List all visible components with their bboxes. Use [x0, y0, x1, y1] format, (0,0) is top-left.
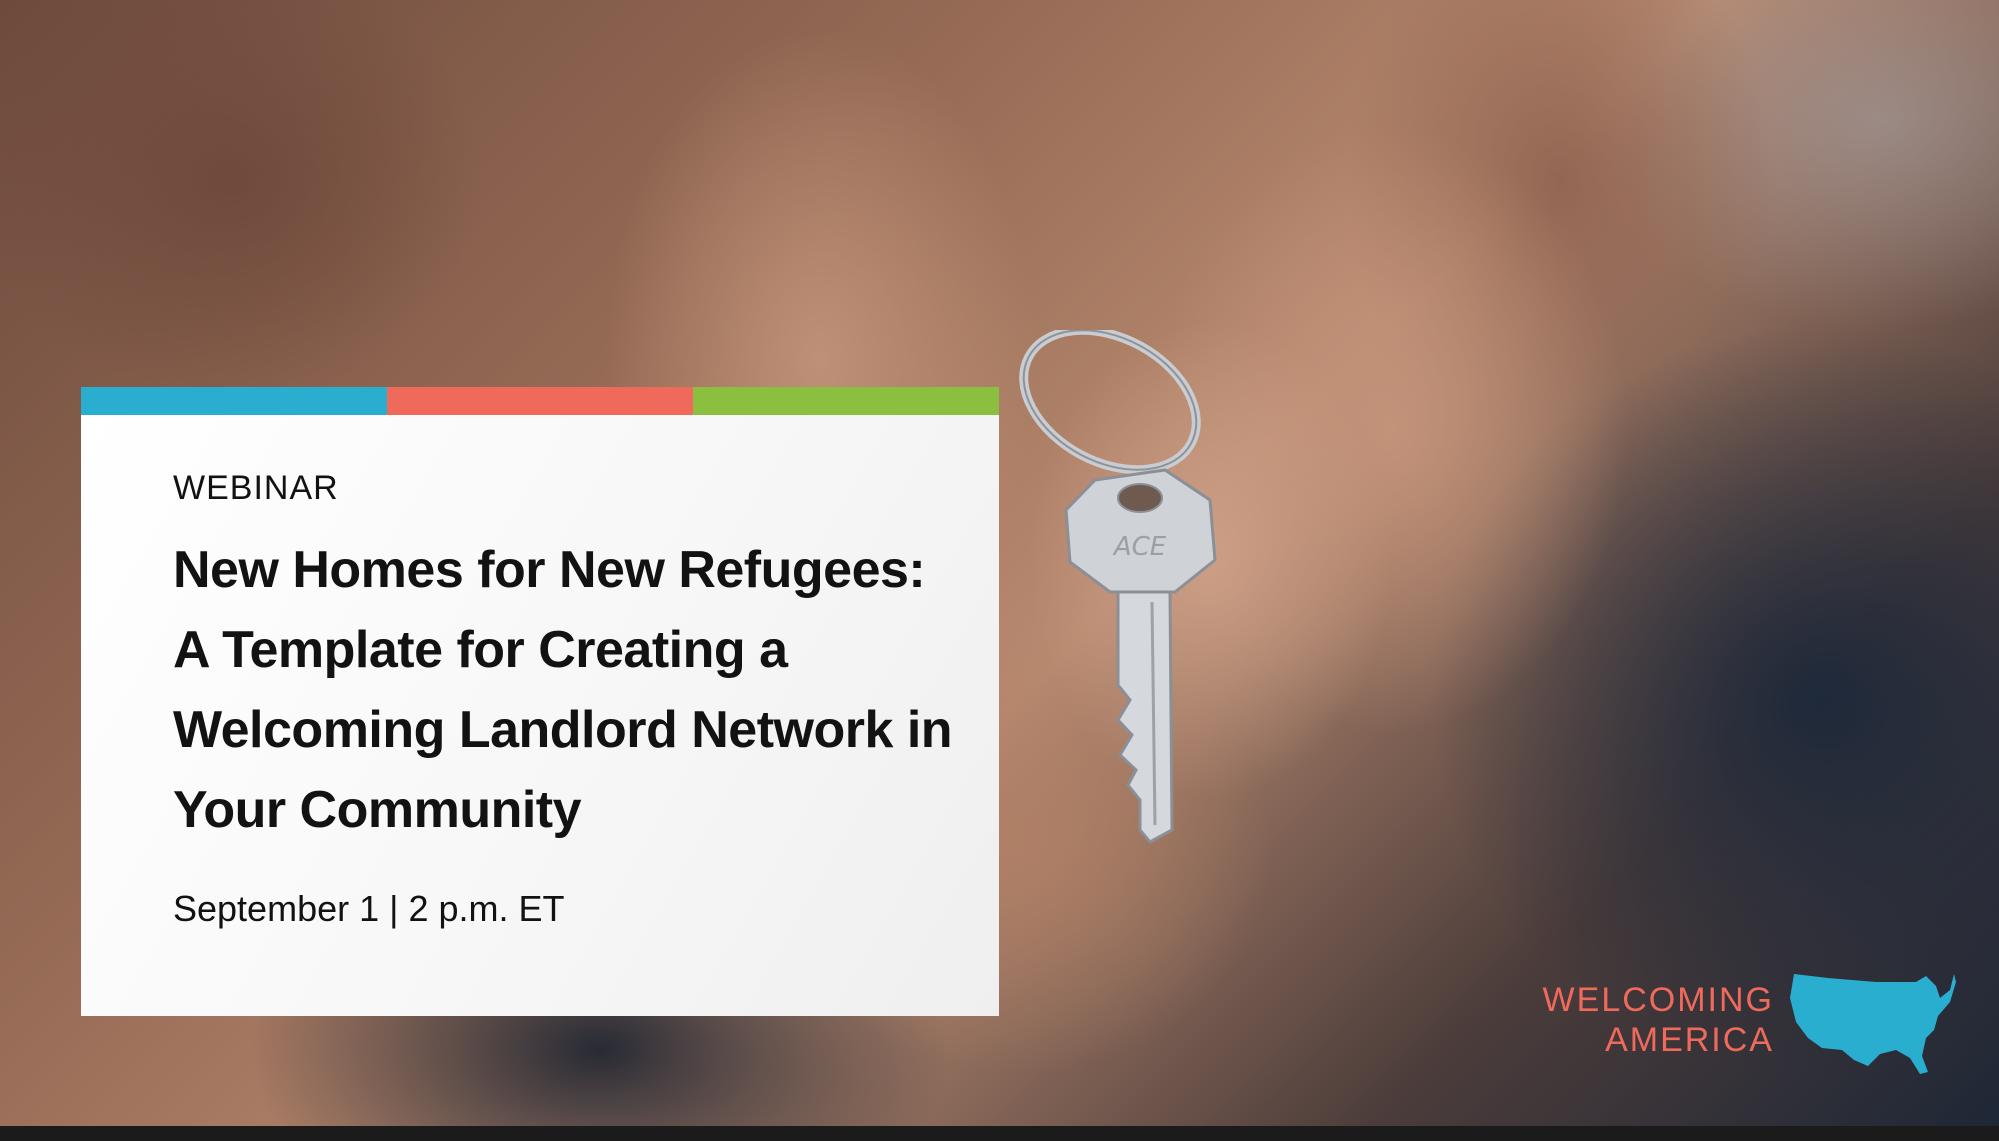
logo-text: WELCOMING AMERICA [1543, 980, 1774, 1060]
logo-line-2: AMERICA [1605, 1021, 1774, 1059]
title-line-3: Welcoming Landlord Network in [173, 701, 953, 759]
webinar-title: New Homes for New Refugees: A Template f… [173, 530, 953, 850]
color-stripe [81, 387, 999, 415]
title-line-1: New Homes for New Refugees: [173, 541, 926, 599]
stripe-green [693, 387, 999, 415]
usa-map-icon [1790, 974, 1956, 1074]
webinar-label: WEBINAR [173, 469, 339, 507]
stripe-coral [387, 387, 693, 415]
svg-text:ACE: ACE [1112, 532, 1167, 562]
title-line-4: Your Community [173, 781, 582, 839]
card-body: WEBINAR New Homes for New Refugees: A Te… [81, 415, 999, 1016]
webinar-slide: ACE WEBINAR New Homes for New Refugees: … [0, 0, 1999, 1141]
webinar-date-time: September 1 | 2 p.m. ET [173, 888, 565, 929]
key-icon: ACE [1019, 330, 1217, 844]
welcoming-america-logo: WELCOMING AMERICA [1540, 968, 1960, 1078]
bottom-bar [0, 1126, 1999, 1141]
logo-line-1: WELCOMING [1542, 981, 1774, 1019]
stripe-blue [81, 387, 387, 415]
webinar-info-card: WEBINAR New Homes for New Refugees: A Te… [81, 387, 999, 1016]
title-line-2: A Template for Creating a [173, 621, 788, 679]
